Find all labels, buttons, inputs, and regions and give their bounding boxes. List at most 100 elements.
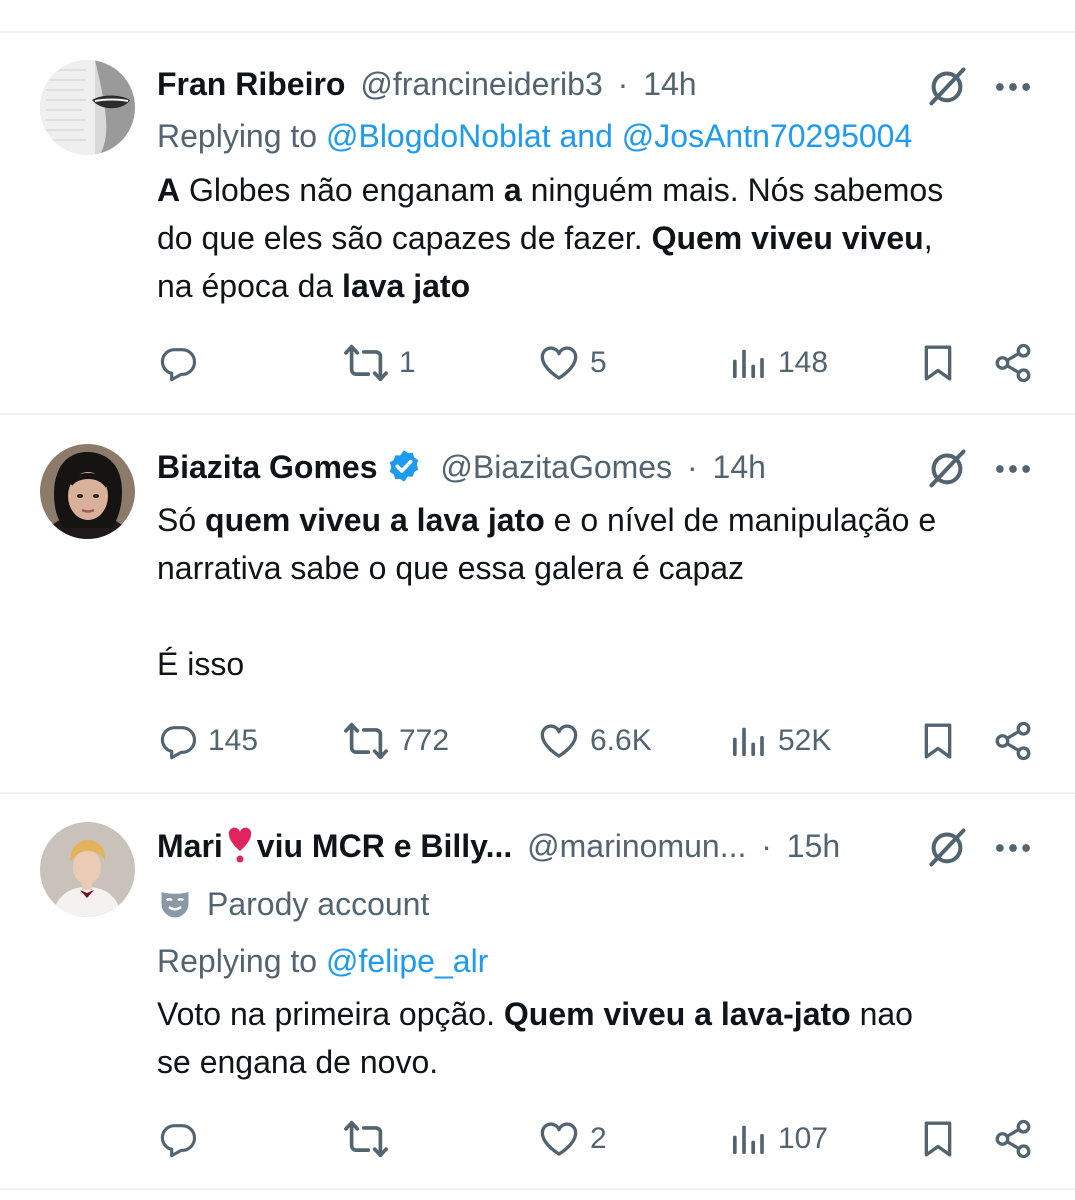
bookmark-icon [918,721,958,761]
like-icon [538,720,580,762]
mention-link[interactable]: @felipe_alr [326,943,488,979]
share-button[interactable] [992,716,1034,766]
views-button[interactable]: 148 [728,338,828,388]
views-icon [728,721,768,761]
separator: · [686,449,698,485]
text-bold: Quem viveu a lava-jato [503,996,851,1032]
text: , [923,220,933,256]
reply-button[interactable]: 145 [158,716,258,766]
action-bar: 145 772 6.6K 52K [0,716,1075,766]
text: Só [157,502,206,538]
repost-count: 772 [399,724,450,757]
display-name-rest[interactable]: viu MCR e Billy... [257,828,512,864]
tweet-header: Mari viu MCR e Billy... @marinomun... · 1… [157,824,840,868]
parody-label: Parody account [157,882,429,926]
like-icon [538,342,580,384]
display-name[interactable]: Biazita Gomes [157,449,378,485]
views-button[interactable]: 52K [728,716,831,766]
handle[interactable]: @marinomun... [527,828,746,864]
share-icon [992,1118,1034,1160]
action-bar: 2 107 [0,1114,1075,1164]
bookmark-icon [918,1119,958,1159]
replying-prefix: Replying to [157,118,318,154]
text: É isso [157,646,245,682]
replying-prefix: Replying to [157,943,318,979]
views-button[interactable]: 107 [728,1114,828,1164]
repost-icon [343,340,389,386]
text: narrativa sabe o que essa galera é capaz [157,550,745,586]
mention-link[interactable]: @JosAntn70295004 [622,118,912,154]
mention-link[interactable]: @BlogdoNoblat [326,118,551,154]
views-count: 148 [778,346,829,379]
bookmark-button[interactable] [918,338,958,388]
text-bold: A [157,172,181,208]
bookmark-button[interactable] [918,716,958,766]
display-name[interactable]: Mari [157,828,223,864]
reply-button[interactable] [158,1114,198,1164]
handle[interactable]: @BiazitaGomes [440,449,672,485]
handle[interactable]: @francineiderib3 [360,66,602,102]
replying-and[interactable]: and [560,118,613,154]
timestamp[interactable]: 14h [713,449,766,485]
parody-mask-icon [161,892,189,918]
more-icon[interactable] [992,448,1034,490]
like-count: 2 [590,1122,607,1155]
tweet-text: Só quem viveu a lava jato e o nível de m… [157,496,1037,688]
replying-to: Replying to @felipe_alr [157,939,488,983]
reply-icon [158,721,198,761]
share-icon [992,720,1034,762]
text: na época da [157,268,343,304]
separator: · [761,828,772,864]
timestamp[interactable]: 15h [787,828,840,864]
reply-icon [158,343,198,383]
separator: · [617,66,629,102]
like-icon [538,1118,580,1160]
verified-icon [389,450,418,482]
share-button[interactable] [992,1114,1034,1164]
repost-button[interactable]: 772 [343,716,449,766]
like-button[interactable]: 2 [538,1114,607,1164]
grok-icon[interactable] [925,825,969,869]
repost-icon [343,1116,389,1162]
repost-icon [343,718,389,764]
repost-button[interactable]: 1 [343,338,416,388]
bookmark-icon [918,343,958,383]
repost-count: 1 [399,346,416,379]
views-icon [728,1119,768,1159]
like-button[interactable]: 6.6K [538,716,652,766]
more-icon[interactable] [992,827,1034,869]
repost-button[interactable] [343,1114,389,1164]
display-name[interactable]: Fran Ribeiro [157,66,345,102]
divider [0,1188,1075,1190]
grok-icon[interactable] [925,446,969,490]
text: se engana de novo. [157,1044,439,1080]
reply-count: 145 [208,724,259,757]
share-button[interactable] [992,338,1034,388]
avatar[interactable] [40,444,135,539]
views-count: 107 [778,1122,829,1155]
avatar[interactable] [40,822,135,917]
text-bold: lava jato [342,268,471,304]
parody-text: Parody account [207,886,430,922]
heart-exclamation-icon [228,827,251,863]
more-icon[interactable] [992,66,1034,108]
reply-button[interactable] [158,338,198,388]
text-bold: quem viveu a lava jato [205,502,545,538]
divider [0,413,1075,415]
grok-icon[interactable] [925,64,969,108]
views-count: 52K [778,724,832,757]
action-bar: 1 5 148 [0,338,1075,388]
replying-to: Replying to @BlogdoNoblat and @JosAntn70… [157,114,912,158]
views-icon [728,343,768,383]
avatar[interactable] [40,60,135,155]
divider [0,792,1075,794]
reply-icon [158,1119,198,1159]
text: do que eles são capazes de fazer. [157,220,652,256]
text: e o nível de manipulação e [544,502,937,538]
text-bold: Quem viveu viveu [651,220,924,256]
like-button[interactable]: 5 [538,338,607,388]
text: ninguém mais. Nós sabemos [521,172,944,208]
bookmark-button[interactable] [918,1114,958,1164]
timestamp[interactable]: 14h [643,66,696,102]
text-bold: a [503,172,522,208]
